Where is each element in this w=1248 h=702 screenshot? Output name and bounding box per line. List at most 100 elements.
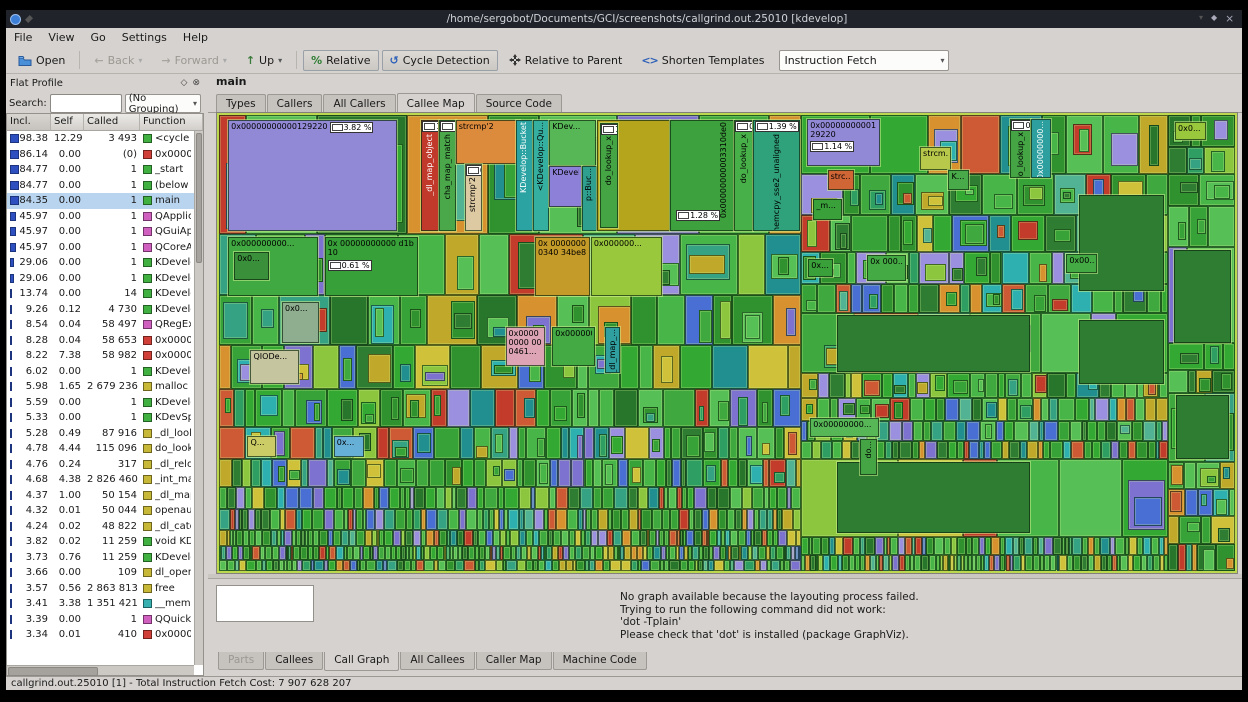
treemap-cell[interactable] [341,529,349,546]
treemap-cell[interactable] [571,305,584,323]
treemap-cell[interactable] [1072,536,1082,556]
treemap-cell[interactable] [745,436,753,456]
treemap-cell[interactable] [365,559,376,571]
shorten-templates-toggle[interactable]: <> Shorten Templates [633,50,772,71]
treemap-cell[interactable] [1170,465,1184,485]
treemap-cell[interactable] [495,559,503,571]
treemap-block[interactable]: 0x0... [281,301,319,343]
treemap-cell[interactable] [219,459,233,487]
treemap-cell[interactable] [364,529,372,546]
treemap-cell[interactable] [1017,221,1039,241]
treemap-cell[interactable] [937,441,949,460]
grouping-select[interactable]: (No Grouping) ▾ [124,93,201,115]
treemap-cell[interactable] [902,420,913,442]
treemap-cell[interactable] [664,427,672,460]
treemap-cell[interactable] [465,509,478,530]
treemap-cell[interactable] [874,404,889,418]
treemap-cell[interactable] [892,555,900,571]
treemap-cell[interactable] [693,529,703,546]
treemap-cell[interactable] [717,401,729,422]
treemap-cell[interactable] [1128,441,1137,460]
treemap-cell[interactable] [874,536,885,556]
treemap-cell[interactable] [1109,397,1117,421]
treemap-block[interactable]: 0x 00000000000 d1b10 0.61 % [324,237,419,297]
treemap-block[interactable]: 0x000000... [590,237,662,297]
treemap-cell[interactable] [956,441,965,460]
treemap-cell[interactable] [650,559,660,571]
function-row[interactable]: 4.684.382 826 460_int_mallo... [7,472,194,488]
treemap-cell[interactable] [341,398,353,422]
treemap-cell[interactable] [245,388,255,428]
treemap-cell[interactable] [493,465,501,476]
function-row[interactable]: 3.340.014100x0000000... [7,627,194,643]
treemap-cell[interactable] [761,401,769,423]
treemap-cell[interactable] [459,427,474,460]
treemap-cell[interactable] [518,486,531,510]
treemap-cell[interactable] [603,559,611,571]
treemap-cell[interactable] [466,486,477,510]
treemap-cell[interactable] [430,545,437,560]
treemap-cell[interactable] [366,509,375,530]
treemap-cell[interactable] [995,420,1004,442]
treemap-cell[interactable] [875,192,884,206]
treemap-cell[interactable] [599,434,607,457]
treemap-cell[interactable] [849,188,860,206]
treemap-cell[interactable] [526,559,534,571]
treemap-block[interactable]: 1.96 %_dl_map_object [421,120,440,231]
treemap-cell[interactable] [1128,536,1137,556]
treemap-cell[interactable] [219,486,228,510]
treemap-cell[interactable] [828,536,836,556]
treemap-cell[interactable] [1209,346,1219,365]
treemap-cell[interactable] [433,427,460,460]
treemap-cell[interactable] [669,509,680,530]
treemap-cell[interactable] [805,404,813,414]
treemap-cell[interactable] [1001,251,1030,284]
treemap-block[interactable]: <KDevelop::Qu... [532,120,550,231]
treemap-cell[interactable] [651,438,661,452]
treemap-cell[interactable] [476,486,485,510]
treemap-cell[interactable] [446,388,471,428]
treemap-block[interactable]: K... [948,169,969,191]
treemap-cell[interactable] [620,509,630,530]
treemap-cell[interactable] [602,486,615,510]
treemap-cell[interactable] [225,545,233,560]
treemap-cell[interactable] [693,486,707,510]
treemap-cell[interactable] [639,529,647,546]
treemap-cell[interactable] [393,529,401,546]
treemap-cell[interactable] [351,459,366,487]
treemap-cell[interactable] [252,545,260,560]
treemap-cell[interactable] [843,402,855,415]
treemap-cell[interactable] [504,486,519,510]
float-dock-icon[interactable]: ◇ [181,78,188,88]
treemap-cell[interactable] [450,345,481,389]
treemap-cell[interactable] [1133,290,1144,302]
treemap-cell[interactable] [953,379,969,394]
treemap-cell[interactable] [1184,488,1199,517]
treemap-cell[interactable] [1214,120,1228,141]
treemap-cell[interactable] [509,529,519,546]
treemap-cell[interactable] [685,434,700,458]
treemap-cell[interactable] [329,295,368,346]
treemap-cell[interactable] [1228,488,1235,517]
treemap-cell[interactable] [727,509,735,530]
treemap-cell[interactable] [1220,372,1232,390]
treemap-cell[interactable] [324,486,337,510]
treemap-cell[interactable] [705,464,717,483]
treemap-block[interactable]: Q... [247,436,276,457]
treemap-cell[interactable] [1029,420,1040,442]
function-row[interactable]: 3.390.001QQuickVie... [7,612,194,628]
treemap-cell[interactable] [250,459,262,487]
treemap-cell[interactable] [955,420,966,442]
treemap-cell[interactable] [247,509,255,530]
treemap-cell[interactable] [706,486,717,510]
treemap-cell[interactable] [1059,555,1067,571]
treemap-cell[interactable] [289,469,301,481]
treemap-cell[interactable] [717,509,728,530]
treemap-cell[interactable] [758,545,766,560]
treemap-cell[interactable] [977,378,985,393]
treemap-cell[interactable] [686,459,703,487]
treemap-cell[interactable] [924,441,938,460]
treemap-cell[interactable] [326,459,334,487]
treemap-cell[interactable] [328,559,336,571]
function-row[interactable]: 4.371.0050 154_dl_map_o... [7,488,194,504]
